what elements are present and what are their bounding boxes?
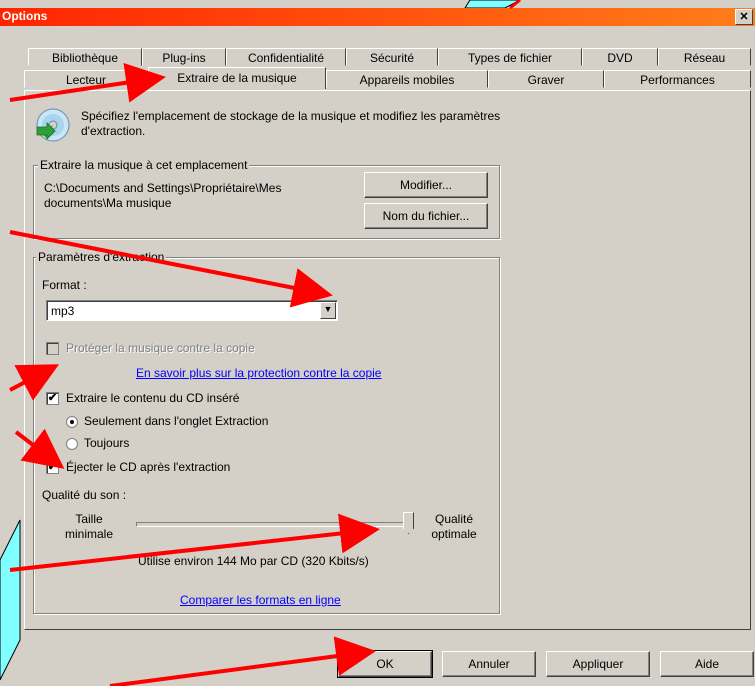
tab-plug-ins[interactable]: Plug-ins	[142, 48, 226, 66]
header-description: Spécifiez l'emplacement de stockage de l…	[81, 109, 501, 138]
copy-protect-checkbox[interactable]	[46, 342, 59, 355]
quality-max-label: Qualité optimale	[431, 512, 477, 541]
format-dropdown[interactable]: mp3 ▼	[46, 300, 338, 321]
eject-cd-checkbox[interactable]: ✔	[46, 461, 59, 474]
tab-dvd[interactable]: DVD	[582, 48, 658, 66]
settings-group-label: Paramètres d'extraction	[36, 250, 167, 264]
rip-cd-label: Extraire le contenu du CD inséré	[66, 391, 240, 405]
cd-rip-icon	[36, 108, 70, 142]
cancel-button[interactable]: Annuler	[442, 651, 536, 677]
radio-only-extraction-tab-label: Seulement dans l'onglet Extraction	[84, 414, 269, 428]
compare-formats-link[interactable]: Comparer les formats en ligne	[180, 593, 341, 607]
close-button[interactable]: ✕	[735, 9, 753, 25]
quality-slider-thumb[interactable]	[403, 512, 414, 534]
rip-cd-checkbox[interactable]: ✔	[46, 392, 59, 405]
tab-reseau[interactable]: Réseau	[658, 48, 751, 66]
location-group: Extraire la musique à cet emplacement C:…	[33, 158, 500, 239]
format-value: mp3	[51, 304, 75, 318]
chevron-down-icon[interactable]: ▼	[320, 302, 336, 319]
tab-lecteur[interactable]: Lecteur	[24, 70, 148, 88]
eject-cd-label: Éjecter le CD après l'extraction	[66, 460, 231, 474]
tab-panel-extraire: Spécifiez l'emplacement de stockage de l…	[24, 90, 751, 630]
tab-confidentialite[interactable]: Confidentialité	[226, 48, 346, 66]
window-title: Options	[2, 9, 48, 23]
tab-types-de-fichier[interactable]: Types de fichier	[438, 48, 582, 66]
settings-group: Paramètres d'extraction Format : mp3 ▼ P…	[33, 250, 500, 614]
tab-bibliotheque[interactable]: Bibliothèque	[28, 48, 142, 66]
tab-performances[interactable]: Performances	[604, 70, 751, 88]
quality-min-label: Taille minimale	[64, 512, 113, 541]
tab-securite[interactable]: Sécurité	[346, 48, 438, 66]
usage-text: Utilise environ 144 Mo par CD (320 Kbits…	[138, 554, 369, 568]
filename-button[interactable]: Nom du fichier...	[364, 203, 488, 229]
tab-appareils-mobiles[interactable]: Appareils mobiles	[326, 70, 488, 88]
copy-protect-label: Protéger la musique contre la copie	[66, 341, 255, 355]
options-dialog: Options ✕ Bibliothèque Plug-ins Confiden…	[0, 0, 755, 686]
rip-location-path: C:\Documents and Settings\Propriétaire\M…	[44, 181, 282, 210]
radio-always-label: Toujours	[84, 436, 130, 450]
radio-always[interactable]	[66, 438, 78, 450]
help-button[interactable]: Aide	[660, 651, 754, 677]
radio-only-extraction-tab[interactable]	[66, 416, 78, 428]
tab-extraire-de-la-musique[interactable]: Extraire de la musique	[148, 67, 326, 89]
ok-button[interactable]: OK	[337, 650, 433, 678]
apply-button[interactable]: Appliquer	[546, 651, 650, 677]
title-bar[interactable]: Options ✕	[0, 8, 755, 26]
location-group-label: Extraire la musique à cet emplacement	[38, 158, 250, 172]
tab-graver[interactable]: Graver	[488, 70, 604, 88]
quality-label: Qualité du son :	[42, 488, 127, 502]
quality-slider-track[interactable]	[136, 522, 410, 527]
learn-more-copy-protection-link[interactable]: En savoir plus sur la protection contre …	[136, 366, 381, 380]
format-label: Format :	[42, 278, 87, 292]
modify-button[interactable]: Modifier...	[364, 172, 488, 198]
radio-dot	[70, 420, 74, 424]
